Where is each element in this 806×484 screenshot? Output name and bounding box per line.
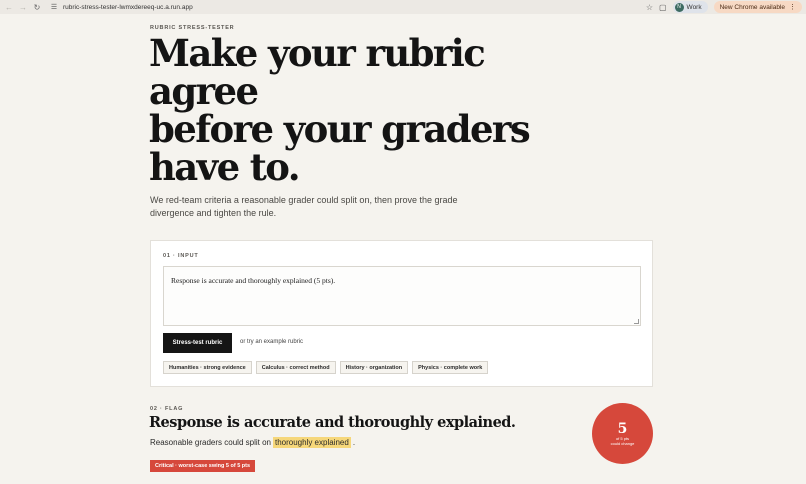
stress-test-button[interactable]: Stress-test rubric [163,333,232,353]
extensions-icon[interactable]: ▢ [659,3,667,12]
hero-line: have to. [149,145,301,189]
site-settings-icon[interactable]: ☰ [50,3,58,11]
hero-line: agree [149,69,259,113]
reload-icon[interactable]: ↻ [32,2,42,12]
back-icon[interactable]: ← [4,2,14,12]
avatar: N [674,2,684,12]
step-label-input: 01 · INPUT [163,253,199,259]
chrome-update-button[interactable]: New Chrome available ⋮ [713,1,802,13]
ambiguous-phrase-highlight: thoroughly explained [272,437,351,448]
flag-sub-suffix: . [352,438,356,447]
rubric-textarea[interactable]: Response is accurate and thoroughly expl… [163,266,641,326]
example-prompt-text: or try an example rubric [240,339,304,345]
flag-title: Response is accurate and thoroughly expl… [149,414,516,431]
update-label: New Chrome available [719,3,785,11]
score-caption-line2: could change [610,440,635,446]
browser-toolbar: ← → ↻ ☰ rubric-stress-tester-lwmxdereeq-… [0,0,806,14]
rubric-text: Response is accurate and thoroughly expl… [171,276,336,285]
severity-badge: Critical · worst-case swing 5 of 5 pts [150,460,256,472]
example-rubric-list: Humanities · strong evidence Calculus · … [163,361,489,374]
profile-label: Work [686,3,702,11]
profile-chip[interactable]: N Work [672,1,708,13]
example-chip[interactable]: Calculus · correct method [255,361,336,374]
example-chip[interactable]: Physics · complete work [412,361,489,374]
example-chip[interactable]: Humanities · strong evidence [163,361,252,374]
step-label-flag: 02 · FLAG [150,406,184,412]
score-value: 5 [617,420,628,437]
hero-line: before your graders [149,107,531,151]
hero-line: Make your rubric [149,31,486,75]
resize-handle-icon[interactable] [634,319,639,324]
flag-sub-prefix: Reasonable graders could split on [150,438,271,447]
more-menu-icon: ⋮ [789,4,796,11]
flag-explanation: Reasonable graders could split on thorou… [150,437,355,448]
page-title: Make your rubric agree before your grade… [149,34,549,186]
example-chip[interactable]: History · organization [339,361,409,374]
input-card: 01 · INPUT Response is accurate and thor… [150,240,653,387]
page-description: We red-team criteria a reasonable grader… [150,195,458,218]
forward-icon[interactable]: → [18,2,28,12]
score-swing-badge: 5 of 5 pts could change [592,403,653,464]
address-bar[interactable]: rubric-stress-tester-lwmxdereeq-uc.a.run… [63,4,193,11]
bookmark-star-icon[interactable]: ☆ [646,3,653,12]
